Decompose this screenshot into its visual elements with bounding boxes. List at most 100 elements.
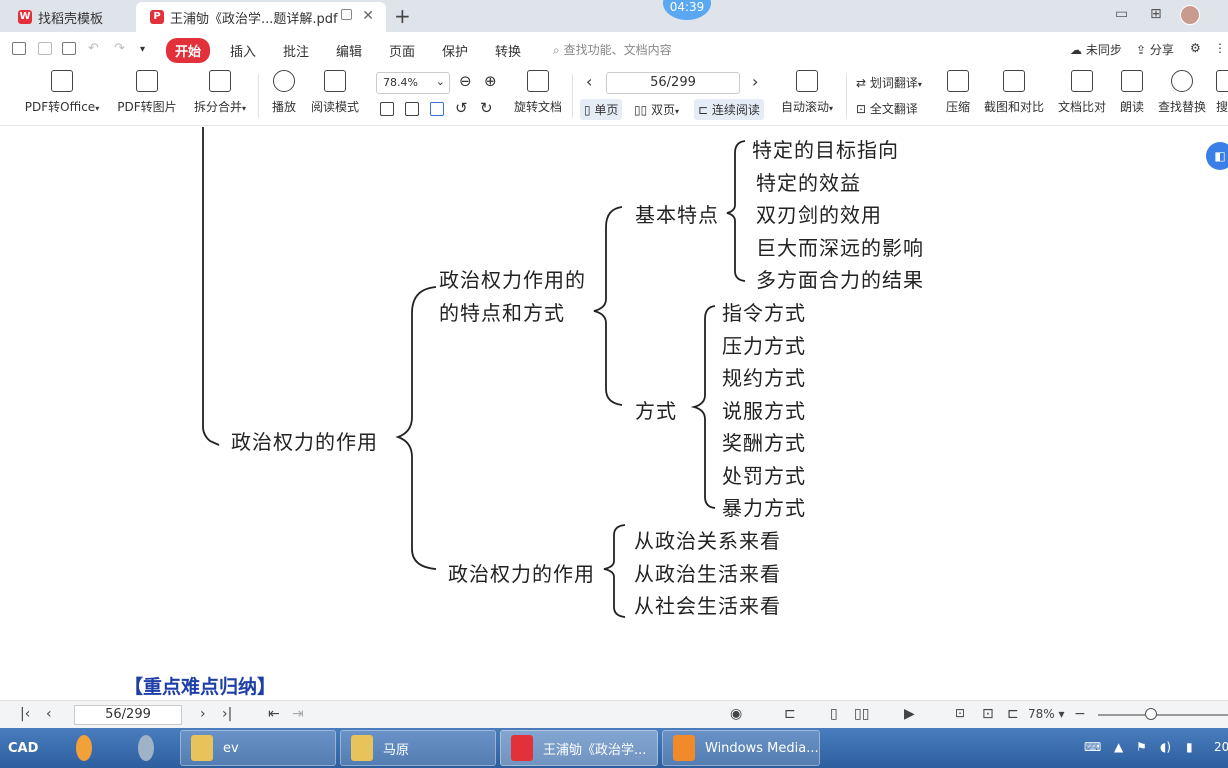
forward-icon[interactable]: ⇥ [292,706,304,722]
rotate-right-icon[interactable]: ↻ [480,99,493,117]
auto-scroll-button[interactable]: 自动滚动▾ [778,70,836,115]
folder-icon [191,735,213,761]
continuous-view-icon[interactable]: ⊏ [784,706,796,722]
function-search[interactable]: ⌕ 查找功能、文档内容 [553,41,672,58]
zoom-select[interactable]: 78.4% ⌄ [376,72,450,94]
prev-page-icon[interactable]: ‹ [46,706,52,722]
play-button[interactable]: 播放 [268,70,300,115]
page-input[interactable]: 56/299 [606,72,740,94]
translate-icon: ⇄ [856,76,867,90]
pinned-app-shortcut[interactable] [66,730,102,766]
print-icon[interactable] [62,42,76,55]
zoom-out-icon[interactable]: ⊖ [459,72,472,90]
pdf-to-office-icon [51,70,73,92]
menu-protect[interactable]: 保护 [442,41,468,60]
screenshot-compare-button[interactable]: 截图和对比 [983,70,1045,115]
play-icon [273,70,295,92]
quick-access-dropdown-icon[interactable]: ▾ [140,44,145,55]
pinned-media-shortcut[interactable] [128,730,164,766]
window-layout-icon[interactable]: ▭ [1115,6,1128,22]
menu-page[interactable]: 页面 [389,41,415,60]
single-page-view-icon[interactable]: ▯ [830,706,838,722]
rotate-left-icon[interactable]: ↺ [455,99,468,117]
open-folder-icon[interactable] [12,42,26,55]
redo-icon[interactable]: ↷ [114,41,125,56]
rotate-doc-button[interactable]: 旋转文档 [512,70,564,115]
mode-item: 奖酬方式 [722,431,806,455]
cad-shortcut[interactable]: CAD [4,730,42,766]
compress-button[interactable]: 压缩 [944,70,972,115]
menu-edit[interactable]: 编辑 [336,41,362,60]
status-page-input[interactable]: 56/299 [74,705,182,725]
fit-page-icon[interactable] [405,102,419,116]
double-page-view-icon[interactable]: ▯▯ [854,706,869,722]
recording-timer: 04:39 [663,0,711,20]
zoom-out-icon[interactable]: − [1074,706,1086,722]
network-icon[interactable]: ⚑ [1136,740,1147,754]
eye-protection-icon[interactable]: ◉ [730,706,742,722]
next-page-icon[interactable]: › [752,72,758,91]
cloud-sync-button[interactable]: ☁ 未同步 [1070,41,1122,58]
actual-size-icon[interactable] [380,102,394,116]
tab-pdf-document[interactable]: P 王浦劬《政治学...题详解.pdf ✕ [136,2,386,32]
grid-apps-icon[interactable]: ⊞ [1150,6,1162,22]
zoom-slider-handle[interactable] [1145,708,1157,720]
more-icon[interactable]: ⋮ [1214,41,1226,55]
read-mode-button[interactable]: 阅读模式 [309,70,361,115]
single-page-button[interactable]: ▯ 单页 [580,99,623,120]
clock[interactable]: 20 [1214,740,1228,754]
menu-insert[interactable]: 插入 [230,41,256,60]
show-hidden-icons[interactable]: ▲ [1114,740,1123,754]
back-icon[interactable]: ⇤ [268,706,280,722]
auto-scroll-icon [796,70,818,92]
menu-convert[interactable]: 转换 [495,41,521,60]
keyboard-icon[interactable]: ⌨ [1084,740,1101,754]
status-zoom-select[interactable]: 78% ▾ [1028,707,1065,721]
doc-compare-button[interactable]: 文档比对 [1056,70,1108,115]
tab-template[interactable]: W 找稻壳模板 [4,2,134,32]
taskbar-item-mayuan[interactable]: 马原 [340,730,496,766]
word-translate-button[interactable]: ⇄ 划词翻译▾ [856,74,922,91]
user-avatar[interactable] [1180,5,1200,25]
fit-width-icon[interactable] [430,102,444,116]
fit-page-icon[interactable]: ⊡ [982,706,994,722]
screenshot-compare-label: 截图和对比 [983,100,1044,114]
actual-size-icon[interactable]: ⊡ [955,706,965,720]
undo-icon[interactable]: ↶ [88,41,99,56]
taskbar-item-wps[interactable]: 王浦劬《政治学... [500,730,658,766]
slideshow-play-icon[interactable]: ▶ [904,706,915,722]
taskbar-item-ev[interactable]: ev [180,730,336,766]
compress-label: 压缩 [945,100,970,114]
last-page-icon[interactable]: ›| [222,706,232,722]
overflow-button[interactable]: 搜 [1216,70,1228,115]
first-page-icon[interactable]: |‹ [20,706,30,722]
close-tab-icon[interactable]: ✕ [362,8,374,24]
branch2-item: 从政治生活来看 [634,562,781,586]
menu-annotate[interactable]: 批注 [283,41,309,60]
pin-tab-icon[interactable] [341,9,352,20]
zoom-slider-track[interactable] [1098,714,1228,716]
volume-icon[interactable]: ◖) [1160,740,1171,754]
status-bar: |‹ ‹ 56/299 › ›| ⇤ ⇥ ◉ ⊏ ▯ ▯▯ ▶ ⊡ ⊡ ⊏ 78… [0,700,1228,728]
split-merge-button[interactable]: 拆分合并▾ [190,70,250,115]
full-translate-button[interactable]: ⊡ 全文翻译 [856,100,918,117]
floating-assistant-button[interactable]: ◧ [1206,142,1228,170]
outer-bracket-line [202,127,220,446]
taskbar-item-media-player[interactable]: Windows Media... [662,730,820,766]
new-tab-button[interactable]: + [394,4,411,28]
prev-page-icon[interactable]: ‹ [586,72,592,91]
next-page-icon[interactable]: › [200,706,206,722]
pdf-to-office-button[interactable]: PDF转Office▾ [22,70,102,115]
find-replace-button[interactable]: 查找替换 [1156,70,1208,115]
save-icon[interactable] [38,42,52,55]
pdf-to-image-button[interactable]: PDF转图片 [116,70,178,115]
signal-icon[interactable]: ▮ [1186,740,1193,754]
menu-start[interactable]: 开始 [166,38,211,63]
double-page-button[interactable]: ▯▯ 双页▾ [634,101,679,118]
fit-width-icon[interactable]: ⊏ [1007,706,1019,722]
share-button[interactable]: ⇪ 分享 [1136,41,1174,58]
settings-gear-icon[interactable]: ⚙ [1190,41,1201,55]
continuous-read-button[interactable]: ⊏ 连续阅读 [694,99,764,120]
read-aloud-button[interactable]: 朗读 [1118,70,1146,115]
zoom-in-icon[interactable]: ⊕ [484,72,497,90]
